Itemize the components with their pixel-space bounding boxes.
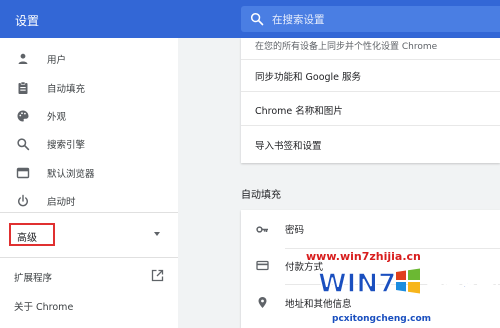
sync-services-row[interactable]: 同步功能和 Google 服务: [241, 59, 500, 90]
sync-note: 在您的所有设备上同步并个性化设置 Chrome: [255, 42, 438, 52]
sidebar: 用户 自动填充 外观 搜索引擎 默认浏览器 启动时: [0, 38, 178, 328]
sidebar-divider: [0, 212, 178, 213]
page-title: 设置: [15, 14, 40, 28]
location-icon: [258, 297, 267, 308]
passwords-row[interactable]: 密码: [241, 210, 500, 248]
sidebar-item-about[interactable]: 关于 Chrome: [14, 299, 73, 313]
browser-icon: [16, 167, 30, 179]
chevron-down-icon[interactable]: [154, 232, 160, 236]
top-bar: 设置 在搜索设置: [0, 0, 500, 38]
watermark: www.win7zhijia.cn WIN7 电脑系统城 pcxitongche…: [300, 250, 500, 328]
sidebar-item-advanced[interactable]: 高级: [9, 223, 55, 246]
sidebar-divider: [0, 257, 178, 258]
external-link-icon[interactable]: [151, 269, 164, 282]
credit-card-icon: [256, 260, 269, 271]
watermark-site: pcxitongcheng.com: [332, 314, 432, 324]
sidebar-item-extensions[interactable]: 扩展程序: [14, 270, 52, 284]
sidebar-item-label: 用户: [47, 55, 67, 66]
search-input[interactable]: 在搜索设置: [241, 6, 500, 32]
search-icon: [17, 138, 30, 151]
sidebar-item-on-startup[interactable]: 启动时: [0, 190, 178, 212]
clipboard-icon: [18, 81, 28, 94]
sidebar-item-label: 默认浏览器: [47, 169, 95, 180]
row-label: 密码: [285, 225, 305, 236]
search-placeholder-text: 搜索设置: [282, 14, 325, 26]
search-icon: [250, 12, 264, 26]
search-placeholder-prefix: 在: [272, 14, 283, 26]
watermark-logo: WIN7 电脑系统城: [318, 268, 498, 300]
row-label: 导入书签和设置: [255, 141, 322, 152]
power-icon: [18, 194, 28, 207]
person-icon: [18, 53, 28, 64]
sidebar-item-autofill[interactable]: 自动填充: [0, 77, 178, 99]
sidebar-item-default-browser[interactable]: 默认浏览器: [0, 162, 178, 184]
key-icon: [256, 226, 268, 233]
palette-icon: [17, 110, 29, 122]
svg-text:WIN7: WIN7: [318, 269, 396, 299]
sidebar-item-label: 自动填充: [47, 84, 86, 95]
sidebar-item-search-engine[interactable]: 搜索引擎: [0, 133, 178, 155]
row-label: 同步功能和 Google 服务: [255, 72, 362, 83]
sidebar-item-label: 启动时: [47, 197, 76, 208]
chrome-name-picture-row[interactable]: Chrome 名称和图片: [241, 91, 500, 124]
sidebar-item-label: 高级: [17, 233, 37, 244]
search-placeholder: 在搜索设置: [272, 12, 325, 27]
svg-text:电脑系统城: 电脑系统城: [426, 276, 498, 297]
sidebar-item-people[interactable]: 用户: [0, 48, 178, 70]
sidebar-item-label: 外观: [47, 112, 67, 123]
sidebar-item-appearance[interactable]: 外观: [0, 105, 178, 127]
import-bookmarks-row[interactable]: 导入书签和设置: [241, 125, 500, 161]
people-card: 在您的所有设备上同步并个性化设置 Chrome 同步功能和 Google 服务 …: [241, 38, 500, 163]
row-label: Chrome 名称和图片: [255, 106, 343, 117]
sidebar-item-label: 搜索引擎: [47, 140, 86, 151]
section-title-autofill: 自动填充: [241, 190, 281, 201]
